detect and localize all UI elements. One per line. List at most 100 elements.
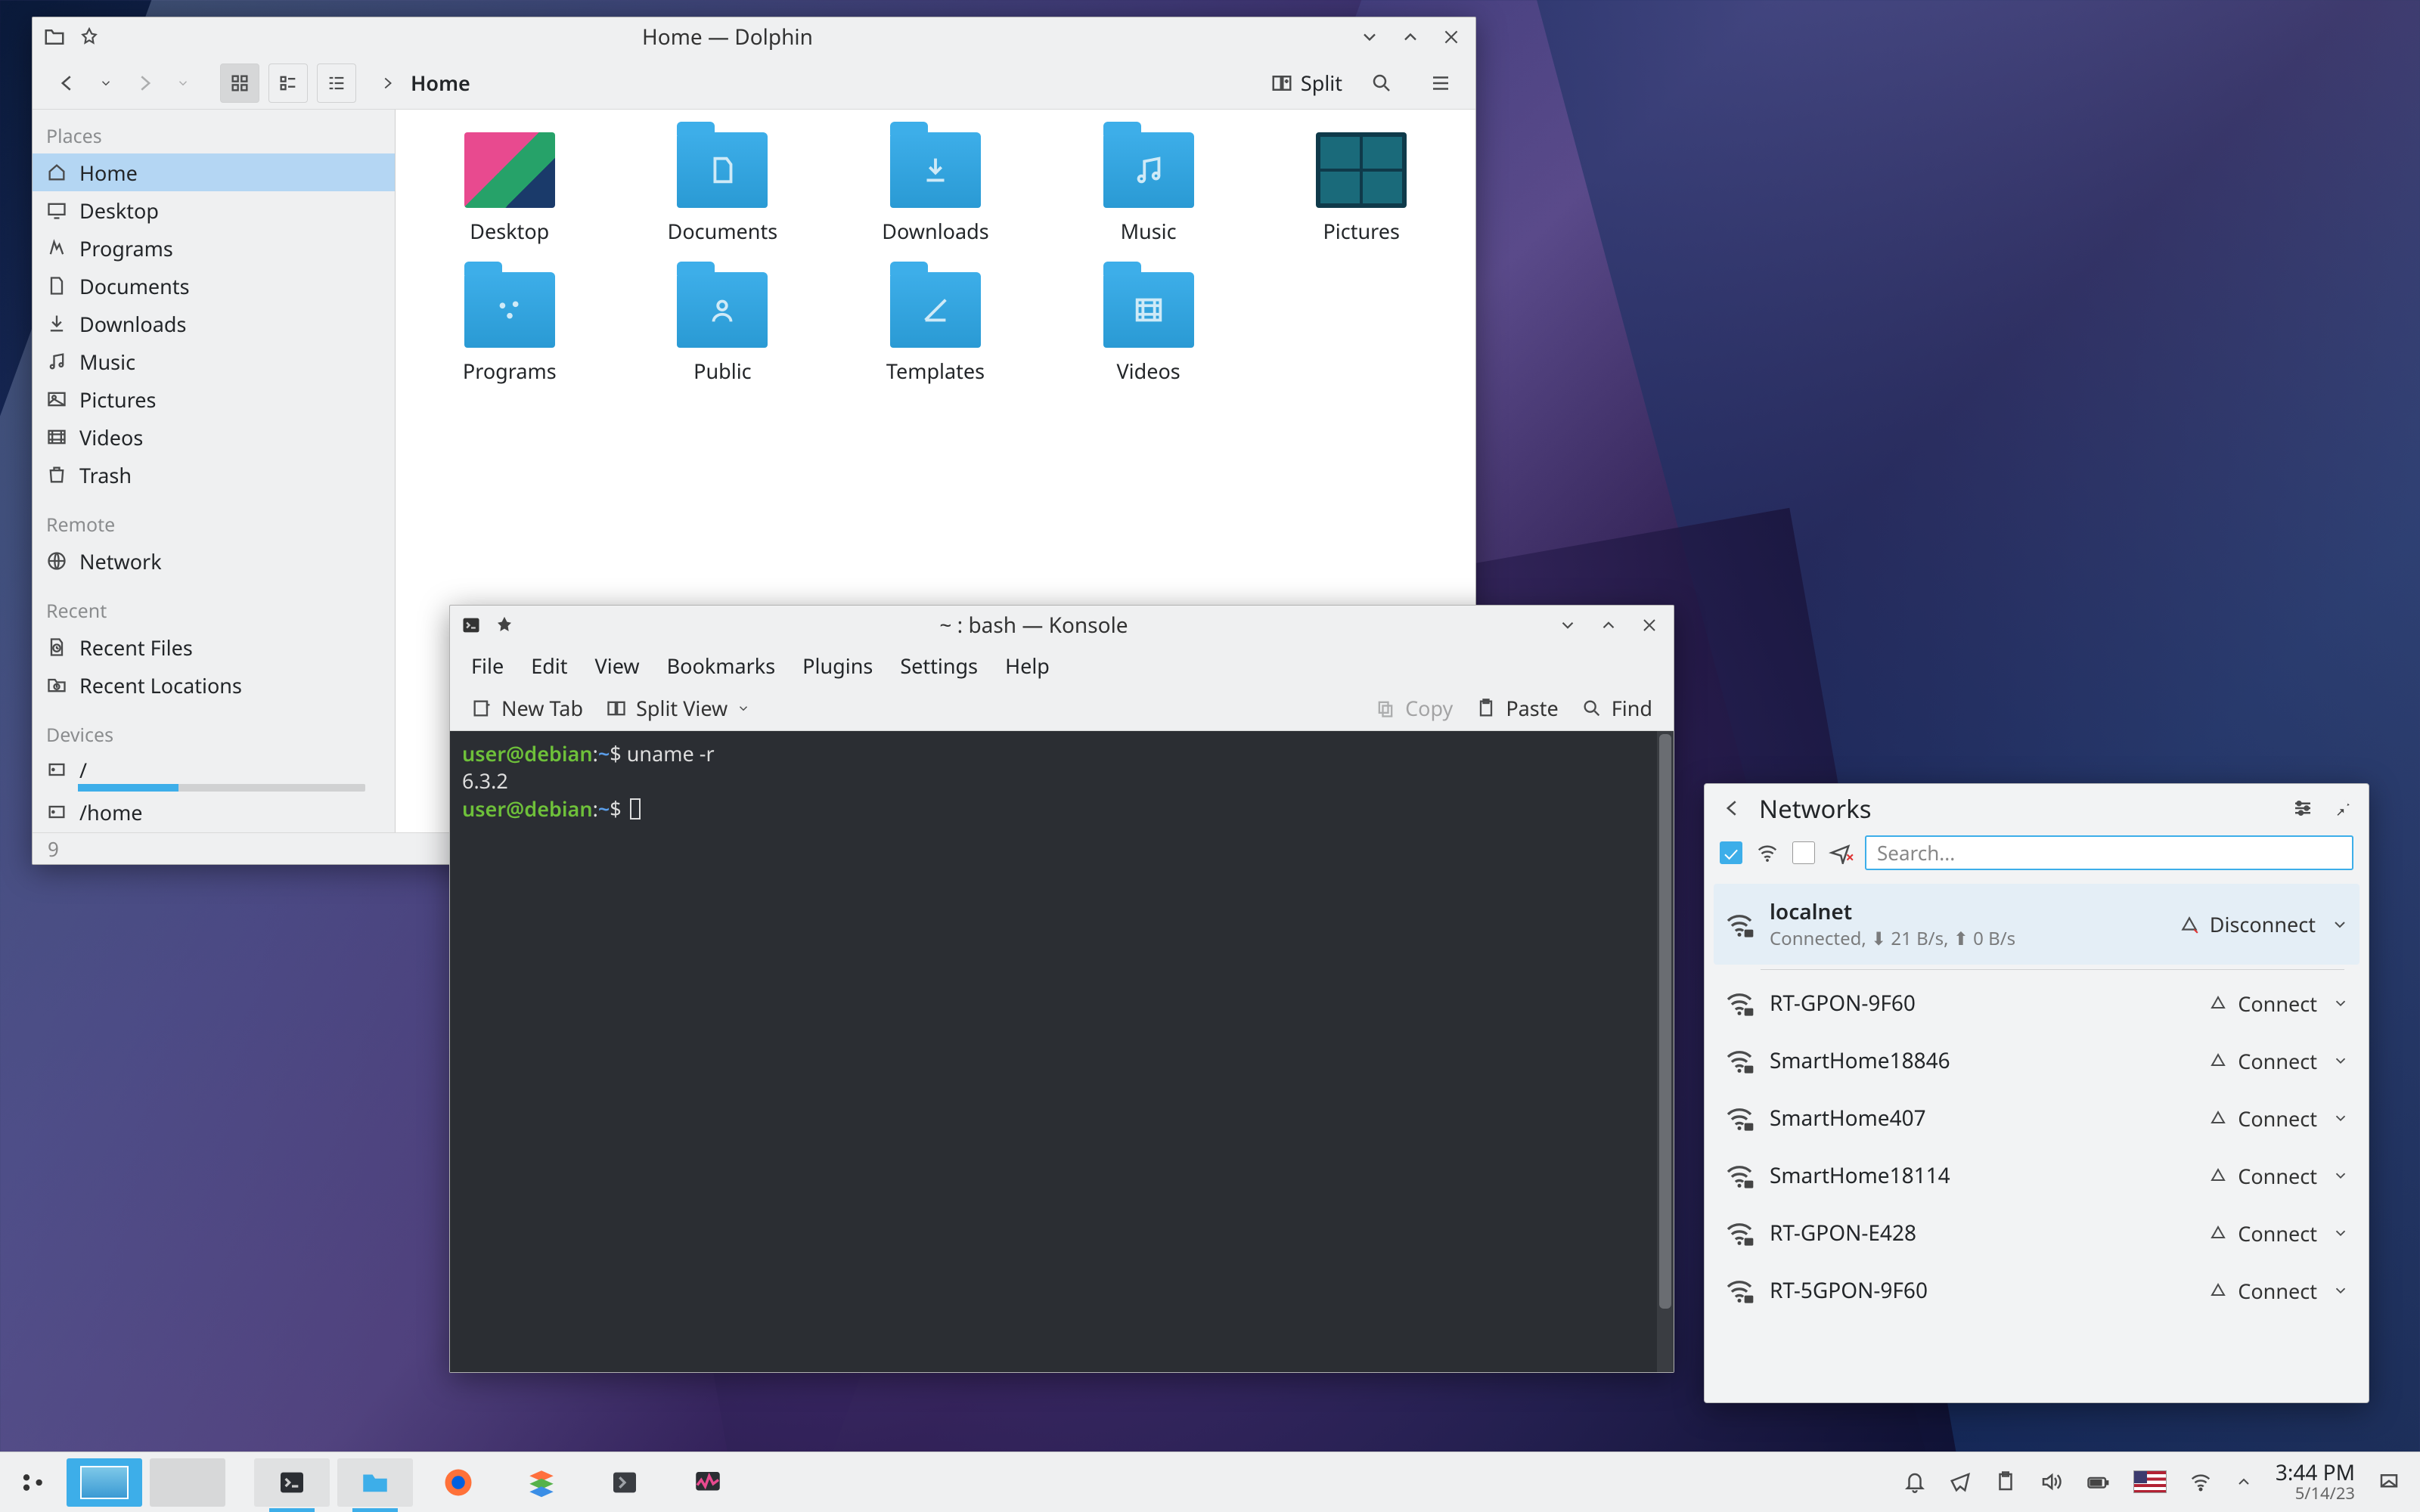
connect-button[interactable]: Connect [2209, 1105, 2317, 1132]
network-item[interactable]: SmartHome407Connect [1714, 1089, 2360, 1147]
close-icon[interactable] [1636, 612, 1663, 639]
sidebar-item-pictures[interactable]: Pictures [33, 380, 395, 418]
task-onlyoffice[interactable] [504, 1458, 579, 1507]
chevron-down-icon[interactable] [2331, 916, 2349, 934]
folder-item-videos[interactable]: Videos [1073, 272, 1224, 385]
disconnect-button[interactable]: Disconnect [2180, 910, 2316, 938]
connect-button[interactable]: Connect [2209, 1219, 2317, 1247]
split-view-button[interactable]: Split View [606, 694, 750, 722]
task-system-monitor[interactable] [670, 1458, 746, 1507]
sidebar-item-network[interactable]: Network [33, 542, 395, 580]
task-desktop-2[interactable] [150, 1458, 225, 1507]
menu-file[interactable]: File [471, 652, 504, 680]
copy-button[interactable]: Copy [1375, 694, 1453, 722]
dolphin-titlebar[interactable]: Home — Dolphin [33, 17, 1475, 57]
connect-button[interactable]: Connect [2209, 1047, 2317, 1075]
filter-checkbox-wired[interactable] [1792, 841, 1815, 864]
airplane-off-icon[interactable]: × [1829, 841, 1851, 864]
network-tray-icon[interactable] [2189, 1470, 2212, 1493]
task-dolphin[interactable] [337, 1458, 413, 1507]
pin-icon[interactable] [2332, 797, 2352, 820]
tray-chevron-icon[interactable] [2235, 1473, 2253, 1491]
maximize-icon[interactable] [1397, 23, 1424, 51]
settings-icon[interactable] [2291, 797, 2314, 820]
konsole-terminal[interactable]: user@debian:~$ uname -r 6.3.2 user@debia… [450, 731, 1674, 1372]
sidebar-item-recent-locations[interactable]: Recent Locations [33, 666, 395, 704]
connect-button[interactable]: Connect [2209, 1162, 2317, 1190]
menu-edit[interactable]: Edit [531, 652, 567, 680]
chevron-down-icon[interactable] [2332, 995, 2349, 1012]
wifi-icon[interactable] [1756, 841, 1779, 864]
chevron-down-icon[interactable] [2332, 1167, 2349, 1184]
hamburger-menu-button[interactable] [1421, 64, 1460, 103]
sidebar-item-programs[interactable]: Programs [33, 229, 395, 267]
volume-icon[interactable] [2040, 1470, 2062, 1493]
folder-item-downloads[interactable]: Downloads [860, 132, 1011, 245]
forward-button[interactable] [125, 64, 164, 103]
sidebar-item-home[interactable]: Home [33, 153, 395, 191]
app-launcher-button[interactable] [9, 1458, 59, 1507]
chevron-down-icon[interactable] [2332, 1110, 2349, 1126]
view-icons-button[interactable] [220, 64, 259, 103]
back-history-button[interactable] [96, 64, 116, 103]
sidebar-item-videos[interactable]: Videos [33, 418, 395, 456]
sidebar-item-desktop[interactable]: Desktop [33, 191, 395, 229]
search-button[interactable] [1362, 64, 1401, 103]
task-desktop-1[interactable] [67, 1458, 142, 1507]
network-item-connected[interactable]: localnet Connected, ⬇ 21 B/s, ⬆ 0 B/s Di… [1714, 884, 2360, 965]
konsole-scrollbar[interactable] [1657, 731, 1674, 1372]
folder-item-templates[interactable]: Templates [860, 272, 1011, 385]
clock[interactable]: 3:44 PM 5/14/23 [2276, 1462, 2355, 1501]
pin-icon[interactable] [79, 27, 99, 47]
close-icon[interactable] [1438, 23, 1465, 51]
show-desktop-button[interactable] [2378, 1470, 2400, 1493]
breadcrumb-home[interactable]: Home [411, 69, 470, 97]
task-konsole[interactable] [254, 1458, 330, 1507]
chevron-down-icon[interactable] [2332, 1052, 2349, 1069]
minimize-icon[interactable] [1356, 23, 1383, 51]
sidebar-device-root[interactable]: / [33, 752, 395, 795]
sidebar-item-recent-files[interactable]: Recent Files [33, 628, 395, 666]
network-item[interactable]: SmartHome18114Connect [1714, 1147, 2360, 1204]
chevron-down-icon[interactable] [2332, 1282, 2349, 1299]
filter-checkbox-all[interactable]: ✓ [1720, 841, 1742, 864]
menu-bookmarks[interactable]: Bookmarks [667, 652, 776, 680]
connect-button[interactable]: Connect [2209, 1277, 2317, 1305]
back-icon[interactable] [1721, 797, 1744, 820]
task-firefox[interactable] [420, 1458, 496, 1507]
battery-icon[interactable] [2085, 1470, 2111, 1493]
view-details-button[interactable] [317, 64, 356, 103]
folder-item-music[interactable]: Music [1073, 132, 1224, 245]
sidebar-item-downloads[interactable]: Downloads [33, 305, 395, 342]
network-item[interactable]: SmartHome18846Connect [1714, 1032, 2360, 1089]
folder-item-desktop[interactable]: Desktop [434, 132, 585, 245]
find-button[interactable]: Find [1581, 694, 1652, 722]
network-item[interactable]: RT-GPON-9F60Connect [1714, 974, 2360, 1032]
folder-item-pictures[interactable]: Pictures [1286, 132, 1437, 245]
menu-help[interactable]: Help [1005, 652, 1050, 680]
menu-plugins[interactable]: Plugins [802, 652, 873, 680]
sidebar-item-trash[interactable]: Trash [33, 456, 395, 494]
folder-item-public[interactable]: Public [647, 272, 798, 385]
network-item[interactable]: RT-GPON-E428Connect [1714, 1204, 2360, 1262]
sidebar-device-home[interactable]: /home [33, 795, 395, 829]
notifications-icon[interactable] [1903, 1470, 1926, 1493]
new-tab-button[interactable]: New Tab [471, 694, 583, 722]
chevron-down-icon[interactable] [2332, 1225, 2349, 1241]
minimize-icon[interactable] [1554, 612, 1581, 639]
forward-history-button[interactable] [173, 64, 193, 103]
konsole-titlebar[interactable]: ~ : bash — Konsole [450, 606, 1674, 645]
paste-button[interactable]: Paste [1475, 694, 1558, 722]
connect-button[interactable]: Connect [2209, 990, 2317, 1018]
menu-view[interactable]: View [595, 652, 640, 680]
maximize-icon[interactable] [1595, 612, 1622, 639]
clipboard-icon[interactable] [1994, 1470, 2017, 1493]
view-compact-button[interactable] [268, 64, 308, 103]
sidebar-item-documents[interactable]: Documents [33, 267, 395, 305]
keyboard-layout-flag[interactable] [2133, 1470, 2167, 1493]
pin-icon[interactable] [495, 616, 513, 634]
back-button[interactable] [48, 64, 87, 103]
task-terminal-app[interactable] [587, 1458, 662, 1507]
folder-item-programs[interactable]: Programs [434, 272, 585, 385]
sidebar-item-music[interactable]: Music [33, 342, 395, 380]
